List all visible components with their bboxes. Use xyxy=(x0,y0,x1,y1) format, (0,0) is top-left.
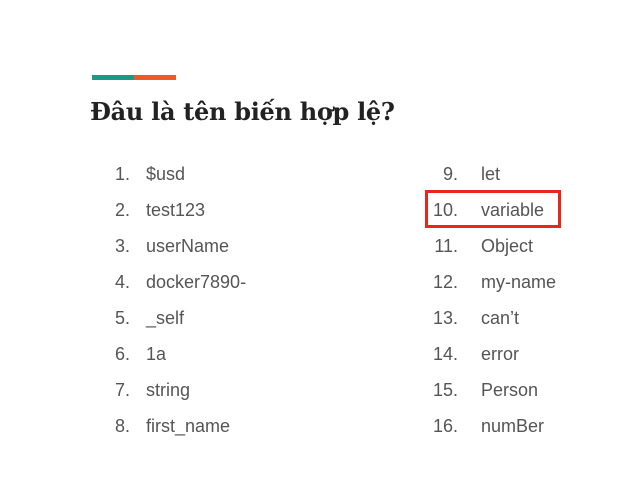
list-item: 2. test123 xyxy=(90,192,246,228)
item-number: 11. xyxy=(434,235,458,256)
accent-teal-segment xyxy=(92,75,134,80)
list-item: 6. 1a xyxy=(90,336,246,372)
item-name: test123 xyxy=(146,199,206,220)
list-item: 5. _self xyxy=(90,300,246,336)
item-number: 3. xyxy=(114,235,130,256)
item-number: 12. xyxy=(432,271,458,292)
item-name: 1a xyxy=(146,343,167,364)
item-number: 15. xyxy=(432,379,458,400)
item-number: 14. xyxy=(432,343,458,364)
item-name: can’t xyxy=(481,307,520,328)
item-name: Object xyxy=(481,235,534,256)
variable-list-left: 1. $usd 2. test123 3. userName 4. docker7890… xyxy=(90,156,246,444)
item-number: 5. xyxy=(114,307,130,328)
item-number: 7. xyxy=(114,379,130,400)
item-number: 4. xyxy=(114,271,130,292)
item-number: 2. xyxy=(114,199,130,220)
item-name: string xyxy=(146,379,191,400)
list-item: 9. let xyxy=(420,156,556,192)
item-number: 6. xyxy=(114,343,130,364)
list-item: 13. can’t xyxy=(420,300,556,336)
highlight-box xyxy=(425,190,561,228)
item-name: _self xyxy=(146,307,185,328)
item-name: userName xyxy=(146,235,230,256)
list-item: 7. string xyxy=(90,372,246,408)
item-name: Person xyxy=(481,379,539,400)
item-name: first_name xyxy=(146,415,231,436)
slide-title: Đâu là tên biến hợp lệ? xyxy=(90,97,395,126)
title-accent-bar xyxy=(92,75,176,80)
slide: Đâu là tên biến hợp lệ? 1. $usd 2. test123… xyxy=(0,0,640,480)
list-item: 8. first_name xyxy=(90,408,246,444)
list-item: 15. Person xyxy=(420,372,556,408)
list-item: 12. my-name xyxy=(420,264,556,300)
list-item: 4. docker7890- xyxy=(90,264,246,300)
item-number: 8. xyxy=(114,415,130,436)
list-item: 16. numBer xyxy=(420,408,556,444)
item-name: my-name xyxy=(481,271,557,292)
list-item: 14. error xyxy=(420,336,556,372)
item-name: $usd xyxy=(146,163,186,184)
list-item: 1. $usd xyxy=(90,156,246,192)
list-item: 11. Object xyxy=(420,228,556,264)
item-name: error xyxy=(481,343,520,364)
accent-orange-segment xyxy=(134,75,176,80)
item-number: 13. xyxy=(432,307,458,328)
item-number: 1. xyxy=(114,163,130,184)
list-item: 3. userName xyxy=(90,228,246,264)
item-name: let xyxy=(481,163,501,184)
item-name: docker7890- xyxy=(146,271,247,292)
item-number: 16. xyxy=(432,415,458,436)
item-number: 9. xyxy=(442,163,458,184)
item-name: numBer xyxy=(481,415,545,436)
